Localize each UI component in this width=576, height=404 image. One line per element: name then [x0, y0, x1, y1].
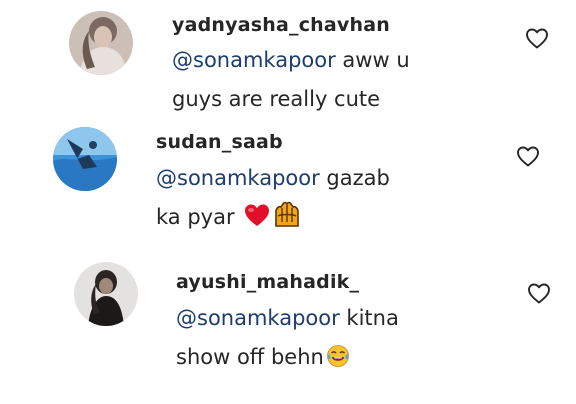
comment-item: ayushi_mahadik_ @sonamkapoor kitna show …	[0, 255, 576, 404]
avatar-photo-dark	[74, 262, 138, 326]
user-avatar[interactable]	[74, 262, 138, 326]
avatar-photo-landscape	[53, 127, 117, 191]
comment-text: @sonamkapoor kitna show off behn	[176, 299, 516, 381]
tears-of-joy-emoji	[326, 342, 350, 381]
comment-username[interactable]: yadnyasha_chavhan	[172, 14, 390, 36]
comment-username[interactable]: ayushi_mahadik_	[176, 271, 359, 293]
comment-text-line2: guys are really cute	[172, 87, 381, 111]
red-heart-emoji	[243, 202, 271, 241]
avatar-photo-portrait	[69, 11, 133, 75]
comment-text-line1: kitna	[339, 306, 399, 330]
mention-link[interactable]: @sonamkapoor	[156, 166, 320, 190]
mention-link[interactable]: @sonamkapoor	[172, 48, 336, 72]
heart-outline-icon	[526, 28, 548, 49]
like-button[interactable]	[525, 27, 549, 49]
comment-text-line1: gazab	[319, 166, 390, 190]
user-avatar[interactable]	[53, 127, 117, 191]
like-button[interactable]	[527, 282, 551, 304]
user-avatar[interactable]	[69, 11, 133, 75]
comment-item: yadnyasha_chavhan @sonamkapoor aww u guy…	[0, 0, 576, 125]
people-hugging-emoji	[273, 198, 301, 241]
comment-username[interactable]: sudan_saab	[156, 131, 283, 153]
like-button[interactable]	[516, 145, 540, 167]
comment-text-line2: show off behn	[176, 345, 324, 369]
heart-outline-icon	[517, 146, 539, 167]
comment-text: @sonamkapoor gazab ka pyar	[156, 159, 496, 241]
comment-text-line1: aww u	[335, 48, 410, 72]
comment-text: @sonamkapoor aww u guys are really cute	[172, 41, 512, 119]
comment-item: sudan_saab @sonamkapoor gazab ka pyar	[0, 125, 576, 255]
comment-text-line2: ka pyar	[156, 205, 235, 229]
mention-link[interactable]: @sonamkapoor	[176, 306, 340, 330]
heart-outline-icon	[528, 283, 550, 304]
